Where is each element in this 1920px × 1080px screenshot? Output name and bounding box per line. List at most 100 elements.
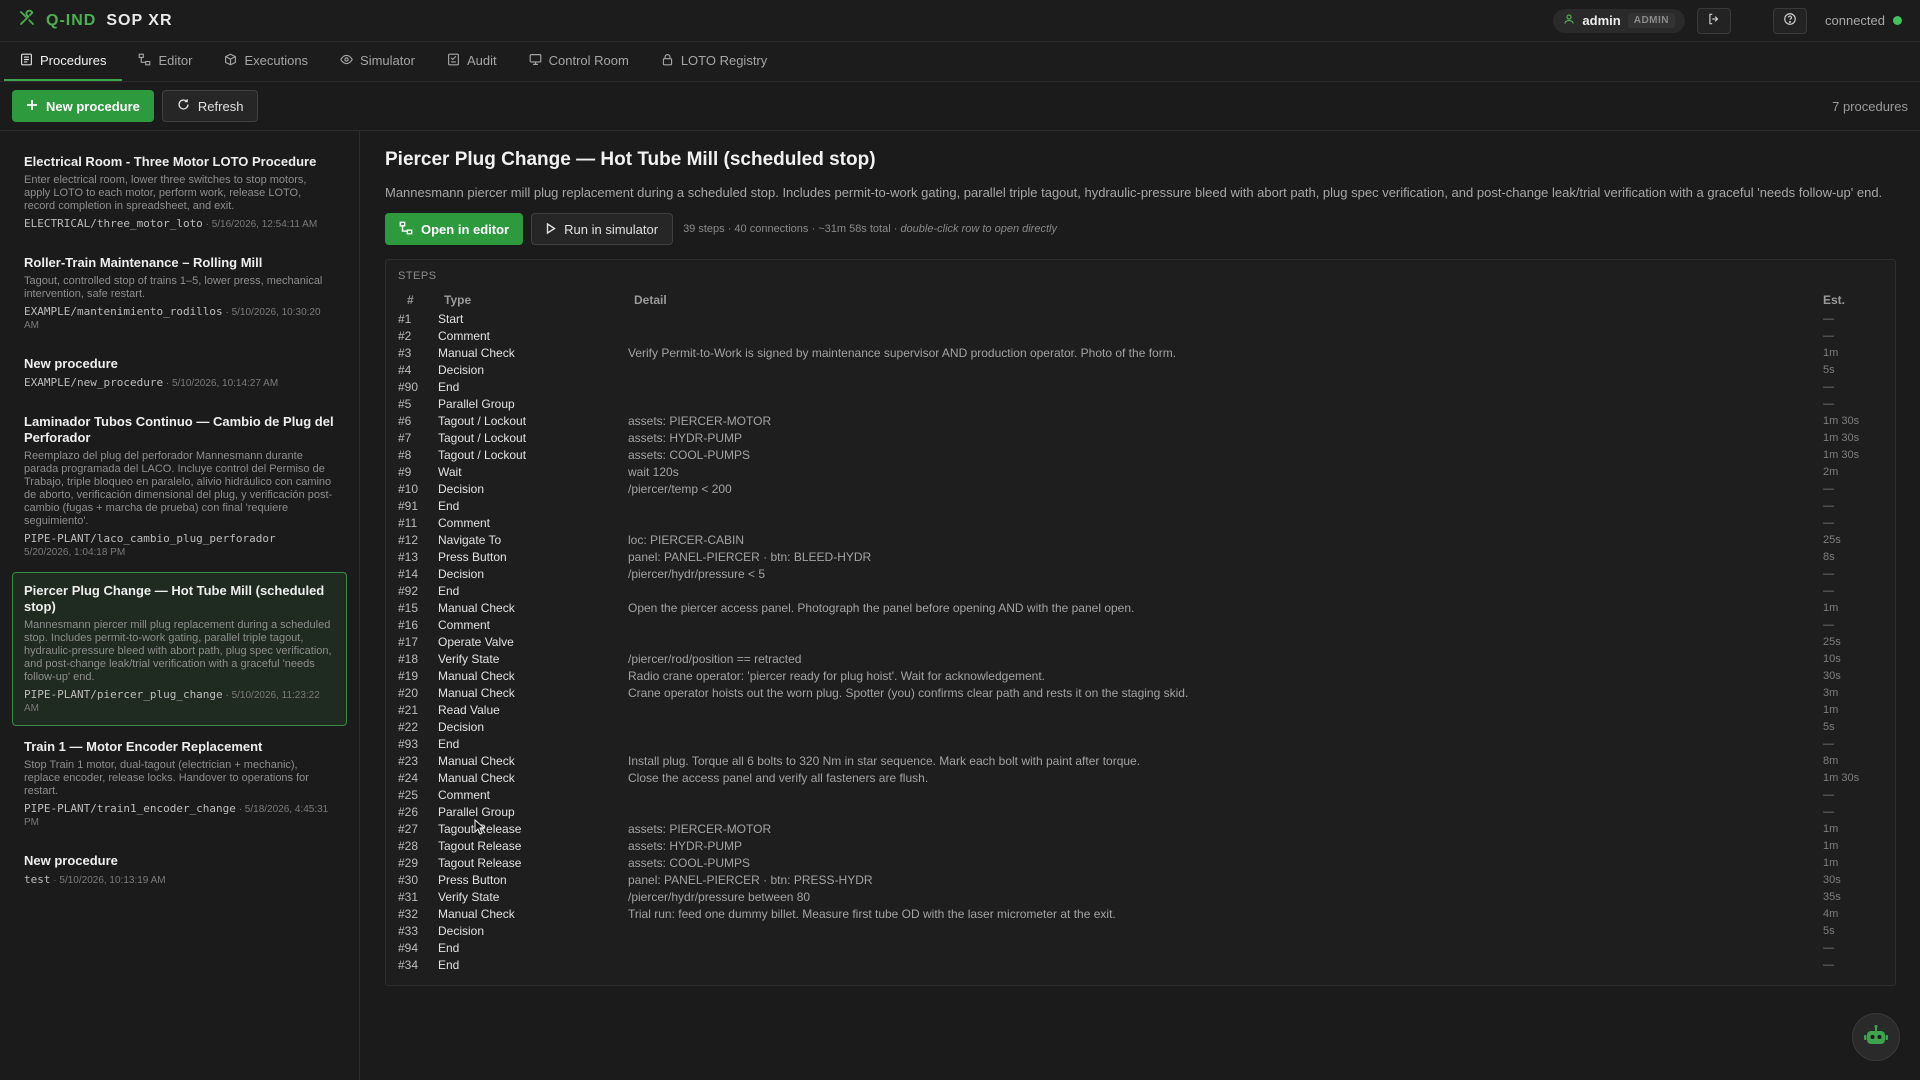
step-type: End xyxy=(438,736,460,751)
step-detail xyxy=(628,786,1823,803)
table-row[interactable]: #32 Manual Check Trial run: feed one dummy… xyxy=(398,905,1883,922)
tab-label: Procedures xyxy=(40,53,107,68)
run-in-simulator-button[interactable]: Run in simulator xyxy=(531,213,674,245)
table-row[interactable]: #12 Navigate To loc: PIERCER-CABIN 25s xyxy=(398,531,1883,548)
help-button[interactable] xyxy=(1773,7,1807,34)
step-detail: /piercer/hydr/pressure between 80 xyxy=(628,889,811,904)
step-estimate: — xyxy=(1823,380,1834,393)
table-row[interactable]: #3 Manual Check Verify Permit-to-Work is s… xyxy=(398,344,1883,361)
procedure-list: Electrical Room - Three Motor LOTO Proce… xyxy=(0,131,360,1080)
table-row[interactable]: #26 Parallel Group — xyxy=(398,803,1883,820)
tab-loto-registry[interactable]: LOTO Registry xyxy=(645,42,783,81)
table-row[interactable]: #25 Comment — xyxy=(398,786,1883,803)
help-icon xyxy=(1783,12,1797,29)
table-row[interactable]: #5 Parallel Group — xyxy=(398,395,1883,412)
procedure-item[interactable]: New procedure test · 5/10/2026, 10:13:19… xyxy=(12,842,347,898)
table-row[interactable]: #23 Manual Check Install plug. Torque all … xyxy=(398,752,1883,769)
step-estimate: — xyxy=(1823,941,1834,954)
table-row[interactable]: #16 Comment — xyxy=(398,616,1883,633)
procedure-item[interactable]: Electrical Room - Three Motor LOTO Proce… xyxy=(12,143,347,242)
table-row[interactable]: #4 Decision 5s xyxy=(398,361,1883,378)
tab-audit[interactable]: Audit xyxy=(431,42,513,81)
table-row[interactable]: #11 Comment — xyxy=(398,514,1883,531)
table-row[interactable]: #18 Verify State/piercer/rod/position == … xyxy=(398,650,1883,667)
refresh-button[interactable]: Refresh xyxy=(161,90,259,122)
procedure-item[interactable]: Train 1 — Motor Encoder Replacement Stop… xyxy=(12,728,347,840)
procedure-item[interactable]: Roller-Train Maintenance – Rolling Mill … xyxy=(12,244,347,343)
logout-button[interactable] xyxy=(1697,7,1731,34)
table-row[interactable]: #29 Tagout Release assets: COOL-PUMPS 1m xyxy=(398,854,1883,871)
step-number: #18 xyxy=(398,651,419,666)
tab-editor[interactable]: Editor xyxy=(122,42,208,81)
step-type: Tagout Release xyxy=(438,855,522,870)
new-procedure-button[interactable]: New procedure xyxy=(12,90,154,122)
table-row[interactable]: #9 Wait wait 120s 2m xyxy=(398,463,1883,480)
list-icon xyxy=(20,53,33,69)
table-row[interactable]: #20 Manual Check Crane operator hoists out… xyxy=(398,684,1883,701)
table-row[interactable]: #92 End — xyxy=(398,582,1883,599)
step-estimate: 3m xyxy=(1823,686,1839,699)
procedure-item[interactable]: Laminador Tubos Continuo — Cambio de Plu… xyxy=(12,403,347,570)
step-number: #12 xyxy=(398,532,419,547)
step-number: #5 xyxy=(398,396,412,411)
step-number: #34 xyxy=(398,957,419,972)
table-row[interactable]: #21 Read Value 1m xyxy=(398,701,1883,718)
procedure-item-selected[interactable]: Piercer Plug Change — Hot Tube Mill (sch… xyxy=(12,572,347,726)
table-row[interactable]: #93 End — xyxy=(398,735,1883,752)
table-row[interactable]: #8 Tagout / Lockout assets: COOL-PUMPS 1m 3… xyxy=(398,446,1883,463)
assistant-button[interactable] xyxy=(1852,1013,1900,1061)
step-detail: Verify Permit-to-Work is signed by maint… xyxy=(628,345,1177,360)
tab-executions[interactable]: Executions xyxy=(208,42,324,81)
tab-procedures[interactable]: Procedures xyxy=(4,42,123,81)
step-type: Comment xyxy=(438,787,491,802)
table-row[interactable]: #31 Verify State/piercer/hydr/pressure be… xyxy=(398,888,1883,905)
step-type: Manual Check xyxy=(438,685,515,700)
table-row[interactable]: #19 Manual Check Radio crane operator: 'pi… xyxy=(398,667,1883,684)
step-estimate: — xyxy=(1823,516,1834,529)
table-row[interactable]: #94 End — xyxy=(398,939,1883,956)
step-type: Manual Check xyxy=(438,600,515,615)
table-row[interactable]: #17 Operate Valve 25s xyxy=(398,633,1883,650)
table-row[interactable]: #22 Decision 5s xyxy=(398,718,1883,735)
table-row[interactable]: #91 End — xyxy=(398,497,1883,514)
step-estimate: 1m xyxy=(1823,839,1839,852)
step-type: Press Button xyxy=(438,549,507,564)
step-detail: Crane operator hoists out the worn plug.… xyxy=(628,685,1189,700)
procedure-path: EXAMPLE/mantenimiento_rodillos xyxy=(24,305,223,318)
tab-control-room[interactable]: Control Room xyxy=(513,42,645,81)
table-row[interactable]: #34 End — xyxy=(398,956,1883,973)
step-detail: wait 120s xyxy=(628,464,679,479)
table-row[interactable]: #33 Decision 5s xyxy=(398,922,1883,939)
step-number: #15 xyxy=(398,600,419,615)
step-detail: assets: PIERCER-MOTOR xyxy=(628,821,772,836)
procedure-title: Laminador Tubos Continuo — Cambio de Plu… xyxy=(24,414,334,445)
table-row[interactable]: #10 Decision/piercer/temp < 200 — xyxy=(398,480,1883,497)
table-row[interactable]: #28 Tagout Release assets: HYDR-PUMP 1m xyxy=(398,837,1883,854)
table-row[interactable]: #24 Manual Check Close the access panel an… xyxy=(398,769,1883,786)
table-row[interactable]: #1 Start — xyxy=(398,310,1883,327)
step-number: #8 xyxy=(398,447,412,462)
table-row[interactable]: #30 Press Button panel: PANEL-PIERCER · bt… xyxy=(398,871,1883,888)
tab-simulator[interactable]: Simulator xyxy=(324,42,431,81)
table-row[interactable]: #2 Comment — xyxy=(398,327,1883,344)
step-detail: Trial run: feed one dummy billet. Measur… xyxy=(628,906,1116,921)
open-in-editor-button[interactable]: Open in editor xyxy=(385,213,524,245)
table-row[interactable]: #13 Press Button panel: PANEL-PIERCER · bt… xyxy=(398,548,1883,565)
step-type: Wait xyxy=(438,464,462,479)
procedure-item[interactable]: New procedure EXAMPLE/new_procedure · 5/… xyxy=(12,345,347,401)
step-number: #20 xyxy=(398,685,419,700)
table-row[interactable]: #27 Tagout Release assets: PIERCER-MOTOR 1m xyxy=(398,820,1883,837)
step-detail xyxy=(628,497,1823,514)
step-number: #33 xyxy=(398,923,419,938)
step-detail xyxy=(628,361,1823,378)
table-row[interactable]: #7 Tagout / Lockout assets: HYDR-PUMP 1m 30… xyxy=(398,429,1883,446)
table-row[interactable]: #90 End — xyxy=(398,378,1883,395)
procedure-detail: Piercer Plug Change — Hot Tube Mill (sch… xyxy=(361,131,1920,1080)
user-menu[interactable]: admin ADMIN xyxy=(1553,8,1685,33)
step-estimate: 10s xyxy=(1823,652,1841,665)
table-row[interactable]: #15 Manual Check Open the piercer access p… xyxy=(398,599,1883,616)
play-icon xyxy=(546,222,556,237)
tab-label: Audit xyxy=(466,53,497,68)
table-row[interactable]: #14 Decision/piercer/hydr/pressure < 5 — xyxy=(398,565,1883,582)
table-row[interactable]: #6 Tagout / Lockout assets: PIERCER-MOTOR 1… xyxy=(398,412,1883,429)
